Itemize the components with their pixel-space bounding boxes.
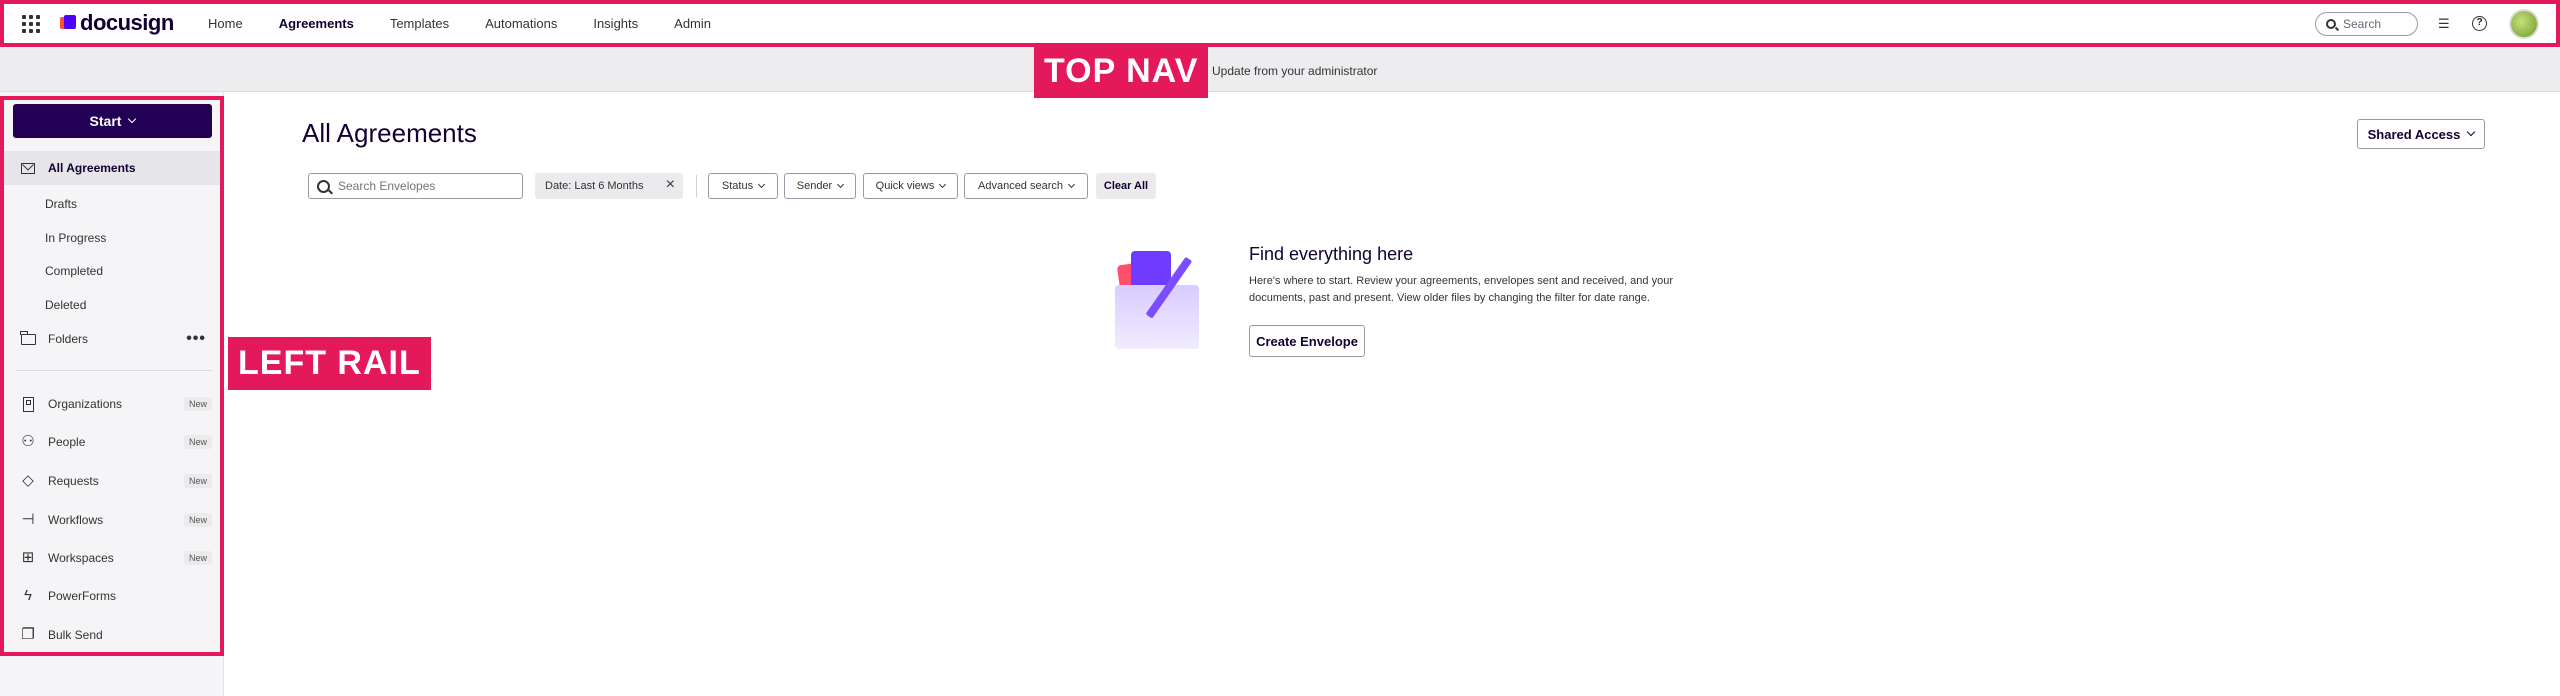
sidebar-item-workflows[interactable]: ⊣ Workflows New bbox=[4, 503, 220, 537]
shared-access-button[interactable]: Shared Access bbox=[2357, 119, 2485, 149]
tasks-icon[interactable]: ☰ bbox=[2438, 16, 2450, 32]
new-badge: New bbox=[183, 474, 212, 488]
global-search-placeholder: Search bbox=[2343, 17, 2382, 31]
date-filter-label: Date: Last 6 Months bbox=[545, 180, 644, 192]
quick-views-button[interactable]: Quick views bbox=[863, 173, 958, 199]
nav-link-home[interactable]: Home bbox=[190, 0, 261, 47]
sidebar-item-label: Workspaces bbox=[48, 551, 114, 565]
chevron-down-icon bbox=[939, 180, 947, 189]
sidebar-item-label: Requests bbox=[48, 474, 99, 488]
filter-label: Quick views bbox=[875, 180, 935, 192]
new-badge: New bbox=[183, 551, 212, 565]
docusign-logo[interactable]: docusign bbox=[60, 10, 174, 35]
avatar[interactable] bbox=[2509, 9, 2539, 39]
chevron-down-icon bbox=[2467, 127, 2476, 137]
bulk-send-icon: ❐ bbox=[21, 626, 35, 643]
nav-link-templates[interactable]: Templates bbox=[372, 0, 467, 47]
empty-state-description: Here's where to start. Review your agree… bbox=[1249, 275, 1673, 304]
sidebar-item-label: People bbox=[48, 435, 86, 449]
sidebar-item-people[interactable]: ⚇ People New bbox=[4, 425, 220, 459]
sidebar-item-in-progress[interactable]: In Progress bbox=[45, 231, 106, 245]
chevron-down-icon bbox=[1067, 180, 1076, 189]
create-envelope-button[interactable]: Create Envelope bbox=[1249, 325, 1365, 357]
nav-link-agreements[interactable]: Agreements bbox=[261, 0, 372, 51]
status-filter-button[interactable]: Status bbox=[708, 173, 778, 199]
advanced-search-button[interactable]: Advanced search bbox=[964, 173, 1088, 199]
sidebar-item-organizations[interactable]: Organizations New bbox=[4, 387, 220, 421]
filter-label: Sender bbox=[796, 180, 833, 192]
sidebar-item-requests[interactable]: ◇ Requests New bbox=[4, 464, 220, 498]
sidebar-item-label: Organizations bbox=[48, 397, 123, 411]
search-icon bbox=[317, 179, 330, 193]
top-nav-annotation-label: TOP NAV bbox=[1034, 45, 1209, 98]
new-badge: New bbox=[183, 435, 212, 449]
sidebar-item-label: Workflows bbox=[48, 513, 104, 527]
folder-icon bbox=[20, 330, 36, 347]
sidebar-item-label: Bulk Send bbox=[48, 628, 103, 642]
sidebar-item-drafts[interactable]: Drafts bbox=[45, 197, 77, 211]
left-rail-annotation-label: LEFT RAIL bbox=[228, 337, 431, 390]
new-badge: New bbox=[183, 397, 212, 411]
sidebar-item-deleted[interactable]: Deleted bbox=[45, 298, 86, 312]
sidebar-item-bulk-send[interactable]: ❐ Bulk Send bbox=[4, 618, 220, 652]
banner-text[interactable]: Update from your administrator bbox=[1212, 64, 1377, 78]
help-icon[interactable]: ? bbox=[2472, 16, 2487, 31]
sidebar-item-workspaces[interactable]: ⊞ Workspaces New bbox=[4, 541, 220, 575]
sender-filter-button[interactable]: Sender bbox=[784, 173, 856, 199]
page-title: All Agreements bbox=[302, 118, 477, 148]
chevron-down-icon bbox=[837, 180, 845, 189]
docusign-logo-mark-icon bbox=[60, 15, 76, 31]
start-button[interactable]: Start bbox=[13, 104, 212, 138]
filter-label: Advanced search bbox=[978, 180, 1063, 192]
brand-name: docusign bbox=[80, 10, 174, 35]
clear-all-button[interactable]: Clear All bbox=[1096, 173, 1156, 199]
app-launcher-icon[interactable] bbox=[22, 15, 40, 33]
sidebar-item-folders[interactable]: Folders ••• bbox=[4, 322, 220, 356]
search-envelopes[interactable] bbox=[308, 173, 523, 199]
lightning-icon: ϟ bbox=[24, 587, 32, 604]
workflow-icon: ⊣ bbox=[21, 511, 35, 528]
sidebar-item-label: All Agreements bbox=[48, 161, 136, 175]
search-envelopes-input[interactable] bbox=[338, 179, 508, 193]
workspaces-icon: ⊞ bbox=[21, 549, 35, 566]
envelope-icon bbox=[20, 160, 36, 176]
more-options-icon[interactable]: ••• bbox=[186, 330, 206, 348]
empty-state-title: Find everything here bbox=[1249, 244, 1414, 264]
empty-state-illustration bbox=[1115, 247, 1217, 350]
start-button-label: Start bbox=[89, 113, 122, 129]
admin-banner: Update from your administrator bbox=[0, 47, 2560, 92]
people-icon: ⚇ bbox=[21, 433, 35, 450]
top-nav: docusign Home Agreements Templates Autom… bbox=[0, 0, 2560, 51]
nav-link-automations[interactable]: Automations bbox=[467, 0, 575, 47]
sidebar-item-powerforms[interactable]: ϟ PowerForms bbox=[4, 579, 220, 613]
nav-link-insights[interactable]: Insights bbox=[575, 0, 656, 47]
chevron-down-icon bbox=[758, 180, 766, 189]
shared-access-label: Shared Access bbox=[2367, 126, 2461, 142]
close-icon[interactable]: × bbox=[666, 176, 675, 194]
nav-link-admin[interactable]: Admin bbox=[656, 0, 729, 47]
new-badge: New bbox=[183, 513, 212, 527]
sidebar-item-completed[interactable]: Completed bbox=[45, 264, 103, 278]
building-icon bbox=[20, 396, 36, 412]
sidebar-item-label: PowerForms bbox=[48, 589, 117, 603]
sidebar-item-label: Folders bbox=[48, 332, 89, 346]
sidebar-item-all-agreements[interactable]: All Agreements bbox=[4, 151, 220, 185]
global-search[interactable]: Search bbox=[2315, 12, 2418, 36]
filter-label: Status bbox=[721, 180, 754, 192]
date-filter-chip[interactable]: Date: Last 6 Months × bbox=[535, 173, 683, 199]
filter-divider bbox=[696, 175, 697, 197]
requests-icon: ◇ bbox=[22, 472, 34, 489]
sidebar-divider bbox=[16, 370, 212, 371]
nav-links: Home Agreements Templates Automations In… bbox=[190, 0, 729, 51]
search-icon bbox=[2326, 19, 2336, 29]
chevron-down-icon bbox=[128, 114, 137, 124]
